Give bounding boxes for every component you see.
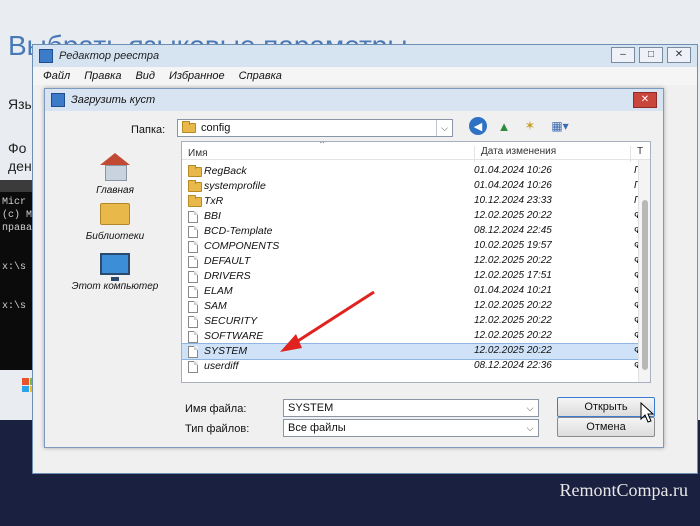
arrow-shaft	[289, 290, 375, 348]
arrow-head	[280, 334, 302, 352]
watermark: RemontCompa.ru	[559, 480, 689, 500]
red-pointer-arrow	[280, 290, 375, 352]
mouse-cursor-icon	[640, 402, 655, 423]
